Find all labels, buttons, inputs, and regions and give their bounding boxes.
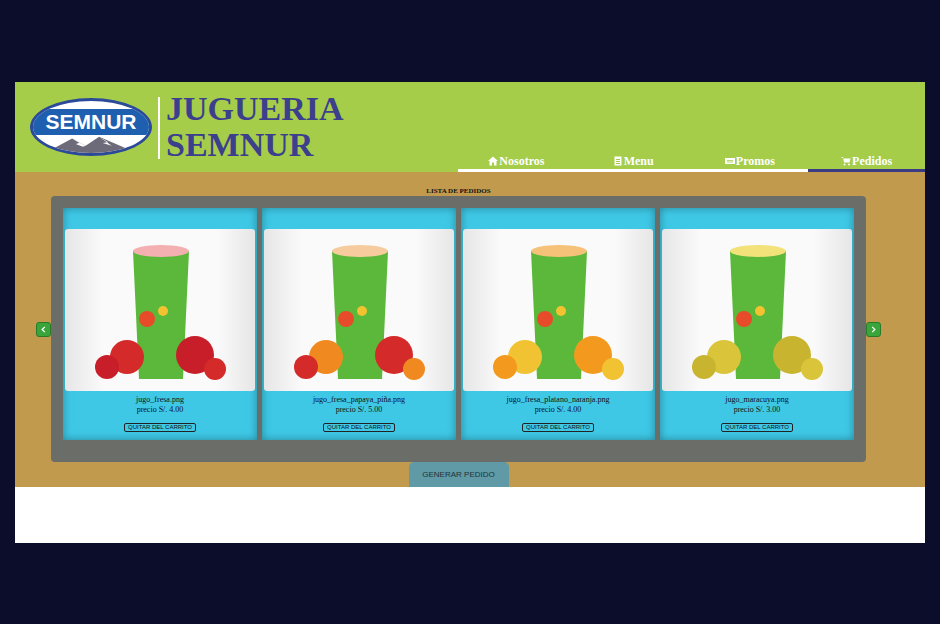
title-line: SEMNUR [166,127,344,163]
product-name: jugo_fresa.png [65,395,255,405]
chevron-left-icon [40,326,47,333]
house-icon [488,156,498,166]
order-list: jugo_fresa.pngprecio S/. 4.00QUITAR DEL … [51,196,866,462]
nav-label: Pedidos [852,154,892,168]
header: SEMNURJUGUERIASEMNURNosotrosMenuPromosPe… [15,82,925,172]
product-name: jugo_fresa_papaya_piña.png [264,395,454,405]
remove-button[interactable]: QUITAR DEL CARRITO [522,423,594,432]
ticket-icon [725,156,735,166]
nav-item[interactable]: Nosotros [458,154,575,172]
logo[interactable]: SEMNUR [30,98,152,156]
juice-photo [463,229,653,391]
nav-label: Menu [624,154,654,168]
title-line: JUGUERIA [166,91,344,127]
product-name: jugo_maracuya.png [662,395,852,405]
juice-photo [264,229,454,391]
mountain-icon [33,135,149,153]
product-name: jugo_fresa_platano_naranja.png [463,395,653,405]
nav-bar: Nosotros Menu Promos Pedidos [458,154,925,172]
remove-button[interactable]: QUITAR DEL CARRITO [323,423,395,432]
document-icon [613,156,623,166]
site-title: JUGUERIASEMNUR [166,91,344,172]
juice-photo [65,229,255,391]
chevron-right-icon [870,326,877,333]
product-price: precio S/. 5.00 [264,405,454,415]
order-card: jugo_fresa_papaya_piña.pngprecio S/. 5.0… [262,208,456,440]
cart-icon [841,156,851,166]
product-price: precio S/. 4.00 [65,405,255,415]
nav-label: Nosotros [499,154,544,168]
generate-order-button[interactable]: GENERAR PEDIDO [409,462,509,487]
carousel: jugo_fresa.pngprecio S/. 4.00QUITAR DEL … [36,196,881,462]
order-card: jugo_fresa_platano_naranja.pngprecio S/.… [461,208,655,440]
separator [158,97,160,159]
nav-item[interactable]: Promos [692,154,809,172]
product-price: precio S/. 3.00 [662,405,852,415]
logo-text: SEMNUR [33,109,149,135]
order-card: jugo_maracuya.pngprecio S/. 3.00 QUITAR D… [660,208,854,440]
juice-photo [662,229,852,391]
next-button[interactable] [866,322,881,337]
order-card: jugo_fresa.pngprecio S/. 4.00 QUITAR DEL … [63,208,257,440]
orders-section: LISTA DE PEDIDOSjugo_fresa.pngprecio S/.… [15,172,925,487]
nav-item[interactable]: Menu [575,154,692,172]
remove-button[interactable]: QUITAR DEL CARRITO [721,423,793,432]
prev-button[interactable] [36,322,51,337]
nav-label: Promos [736,154,775,168]
nav-item[interactable]: Pedidos [808,154,925,172]
section-title: LISTA DE PEDIDOS [36,186,881,196]
product-price: precio S/. 4.00 [463,405,653,415]
remove-button[interactable]: QUITAR DEL CARRITO [124,423,196,432]
page: SEMNURJUGUERIASEMNURNosotrosMenuPromosPe… [15,82,925,543]
